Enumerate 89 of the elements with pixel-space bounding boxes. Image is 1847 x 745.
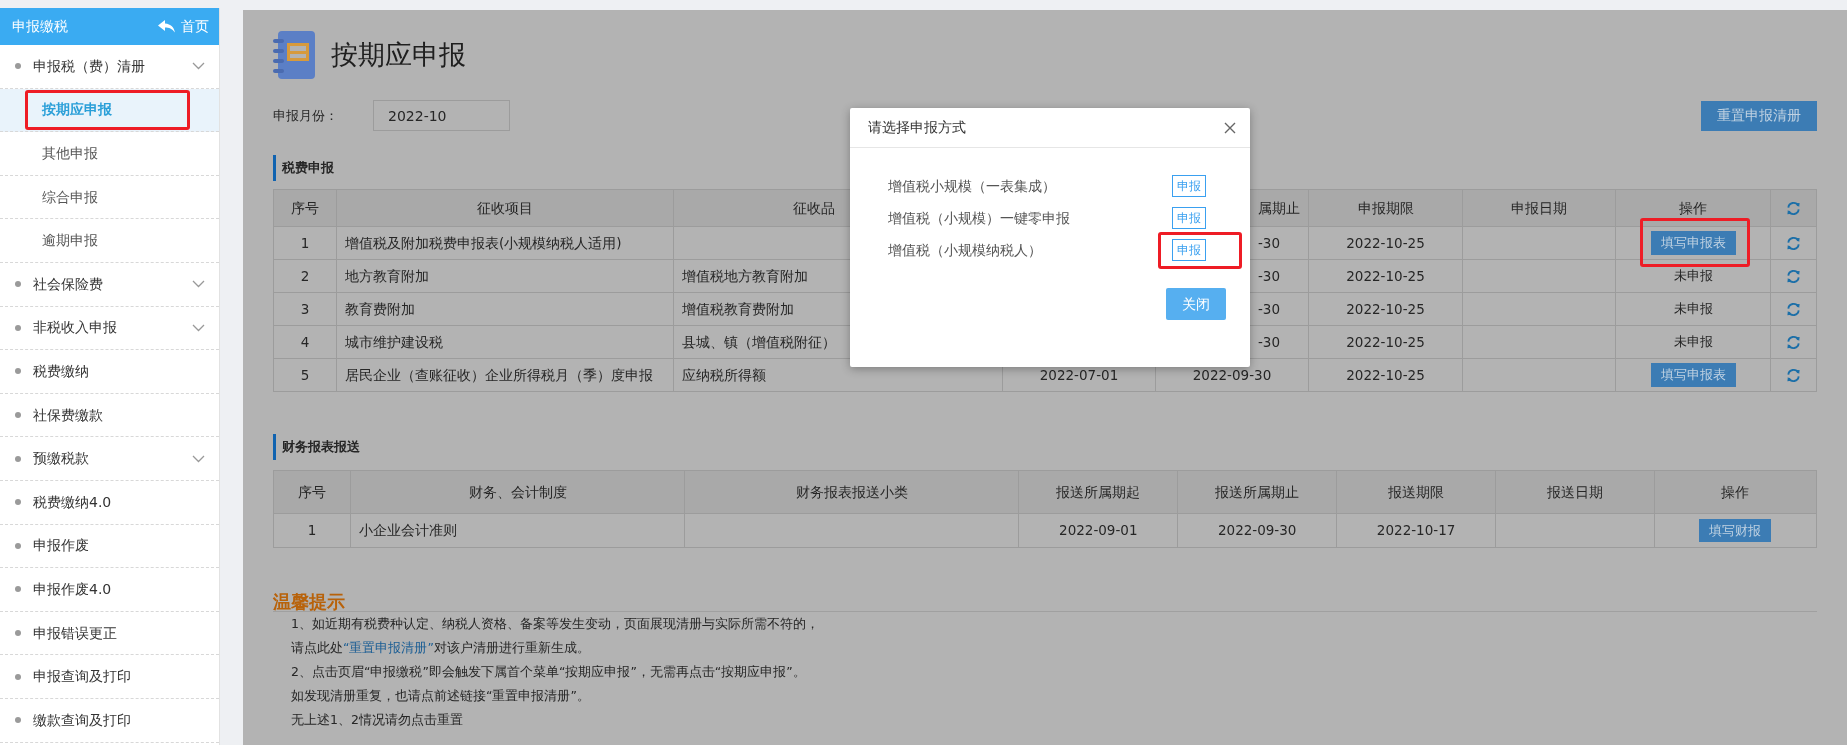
sidebar-title: 申报缴税 bbox=[12, 17, 68, 36]
status-text: 未申报 bbox=[1673, 300, 1713, 316]
column-header: 财务报表报送小类 bbox=[684, 470, 1019, 514]
refresh-icon[interactable] bbox=[1786, 302, 1801, 318]
table-cell: 2 bbox=[273, 259, 337, 293]
tip-text: 如发现清册重复，也请点前述链接“重置申报清册”。 bbox=[290, 687, 591, 705]
table-cell: 居民企业（查账征收）企业所得税月（季）度申报 bbox=[336, 358, 674, 392]
column-header: 报送日期 bbox=[1495, 470, 1655, 514]
chevron-icon bbox=[192, 323, 205, 332]
table-cell: 2022-10-17 bbox=[1336, 513, 1496, 548]
option-label: 增值税（小规模纳税人） bbox=[888, 240, 1042, 260]
column-header: 序号 bbox=[273, 470, 351, 514]
sidebar-item[interactable]: 非税收入申报 bbox=[0, 306, 219, 351]
tip-text: 2、点击页眉“申报缴税”即会触发下属首个菜单“按期应申报”，无需再点击“按期应申报”。 bbox=[290, 663, 807, 681]
column-header: 报送所属期止 bbox=[1177, 470, 1337, 514]
sidebar-item[interactable]: 申报作废 bbox=[0, 524, 219, 569]
tips-title: 温馨提示 bbox=[273, 588, 1817, 612]
table-cell: 教育费附加 bbox=[336, 292, 674, 326]
bullet-icon bbox=[15, 281, 21, 288]
column-header: 财务、会计制度 bbox=[350, 470, 685, 514]
sidebar-item[interactable]: 申报错误更正 bbox=[0, 611, 219, 656]
column-header: 申报日期 bbox=[1462, 189, 1616, 227]
sidebar-item[interactable]: 社保费缴款 bbox=[0, 393, 219, 438]
reply-arrow-icon bbox=[158, 20, 175, 33]
chevron-icon bbox=[192, 280, 205, 289]
table-cell: 3 bbox=[273, 292, 337, 326]
bullet-icon bbox=[15, 542, 21, 549]
table-cell: 增值税及附加税费申报表(小规模纳税人适用) bbox=[336, 226, 674, 260]
sidebar-item[interactable]: 申报查询及打印 bbox=[0, 655, 219, 699]
sidebar-item[interactable]: 税费缴纳 bbox=[0, 350, 219, 394]
section-title: 财务报表报送 bbox=[273, 434, 1817, 460]
table-cell: 4 bbox=[273, 325, 337, 359]
refresh-icon[interactable] bbox=[1786, 368, 1801, 384]
tip-text: 请点此处“重置申报清册”对该户清册进行重新生成。 bbox=[290, 639, 591, 657]
status-text: 未申报 bbox=[1673, 267, 1713, 283]
field-label: 申报月份： bbox=[273, 106, 339, 125]
bullet-icon bbox=[15, 63, 21, 70]
bullet-icon bbox=[15, 368, 21, 375]
bullet-icon bbox=[15, 717, 21, 724]
table-cell: 2022-10-25 bbox=[1308, 226, 1463, 260]
status-text: 未申报 bbox=[1673, 333, 1713, 349]
sidebar-item[interactable]: 预缴税款 bbox=[0, 437, 219, 481]
bullet-icon bbox=[15, 630, 21, 636]
refresh-icon[interactable] bbox=[1786, 269, 1801, 285]
table-cell: 2022-10-25 bbox=[1308, 358, 1463, 392]
table-cell: 2022-10-25 bbox=[1308, 259, 1463, 293]
column-header: 序号 bbox=[273, 189, 337, 227]
bullet-icon bbox=[15, 673, 21, 680]
table-cell: 1 bbox=[273, 226, 337, 260]
bullet-icon bbox=[15, 499, 21, 506]
chevron-icon bbox=[192, 454, 205, 463]
column-header: 报送期限 bbox=[1336, 470, 1496, 514]
table-cell: 2022-09-01 bbox=[1018, 513, 1178, 548]
column-header: 操作 bbox=[1615, 189, 1771, 227]
bullet-icon bbox=[15, 455, 21, 462]
table-cell: 5 bbox=[273, 358, 337, 392]
chevron-icon bbox=[192, 62, 205, 71]
sidebar-item[interactable]: 社会保险费 bbox=[0, 262, 219, 307]
column-header: 征收项目 bbox=[336, 189, 674, 227]
tip-text: 1、如近期有税费种认定、纳税人资格、备案等发生变动，页面展现清册与实际所需不符的， bbox=[290, 615, 820, 633]
refresh-icon[interactable] bbox=[1786, 335, 1801, 351]
table-cell: 2022-09-30 bbox=[1177, 513, 1337, 548]
sidebar-item[interactable]: 税费缴纳4.0 bbox=[0, 480, 219, 525]
sidebar-item[interactable]: 申报作废4.0 bbox=[0, 568, 219, 612]
table-cell: 城市维护建设税 bbox=[336, 325, 674, 359]
page-title: 按期应申报 bbox=[331, 37, 466, 72]
tip-text: 无上述1、2情况请勿点击重置 bbox=[290, 711, 464, 729]
dialog-title: 请选择申报方式 bbox=[868, 118, 966, 138]
sidebar-subitem[interactable]: 其他申报 bbox=[0, 132, 219, 176]
month-field[interactable]: 2022-10 bbox=[373, 100, 510, 131]
sidebar-item[interactable]: 申报税（费）清册 bbox=[0, 45, 219, 89]
notebook-icon bbox=[273, 30, 317, 80]
table-cell: 小企业会计准则 bbox=[350, 513, 685, 548]
sidebar-subitem[interactable]: 综合申报 bbox=[0, 175, 219, 220]
table-cell: 2022-10-25 bbox=[1308, 292, 1463, 326]
bullet-icon bbox=[15, 412, 21, 419]
close-icon[interactable] bbox=[1224, 121, 1236, 134]
sidebar-subitem[interactable]: 逾期申报 bbox=[0, 219, 219, 263]
bullet-icon bbox=[15, 324, 21, 331]
bullet-icon bbox=[15, 586, 21, 593]
column-header: 申报期限 bbox=[1308, 189, 1463, 227]
table-cell: 地方教育附加 bbox=[336, 259, 674, 293]
column-header: 操作 bbox=[1654, 470, 1817, 514]
column-header: 报送所属期起 bbox=[1018, 470, 1178, 514]
sidebar-item[interactable]: 缴款查询及打印 bbox=[0, 698, 219, 743]
refresh-icon[interactable] bbox=[1786, 236, 1801, 252]
table-cell: 1 bbox=[273, 513, 351, 548]
table-cell: 2022-10-25 bbox=[1308, 325, 1463, 359]
refresh-icon[interactable] bbox=[1786, 201, 1801, 217]
